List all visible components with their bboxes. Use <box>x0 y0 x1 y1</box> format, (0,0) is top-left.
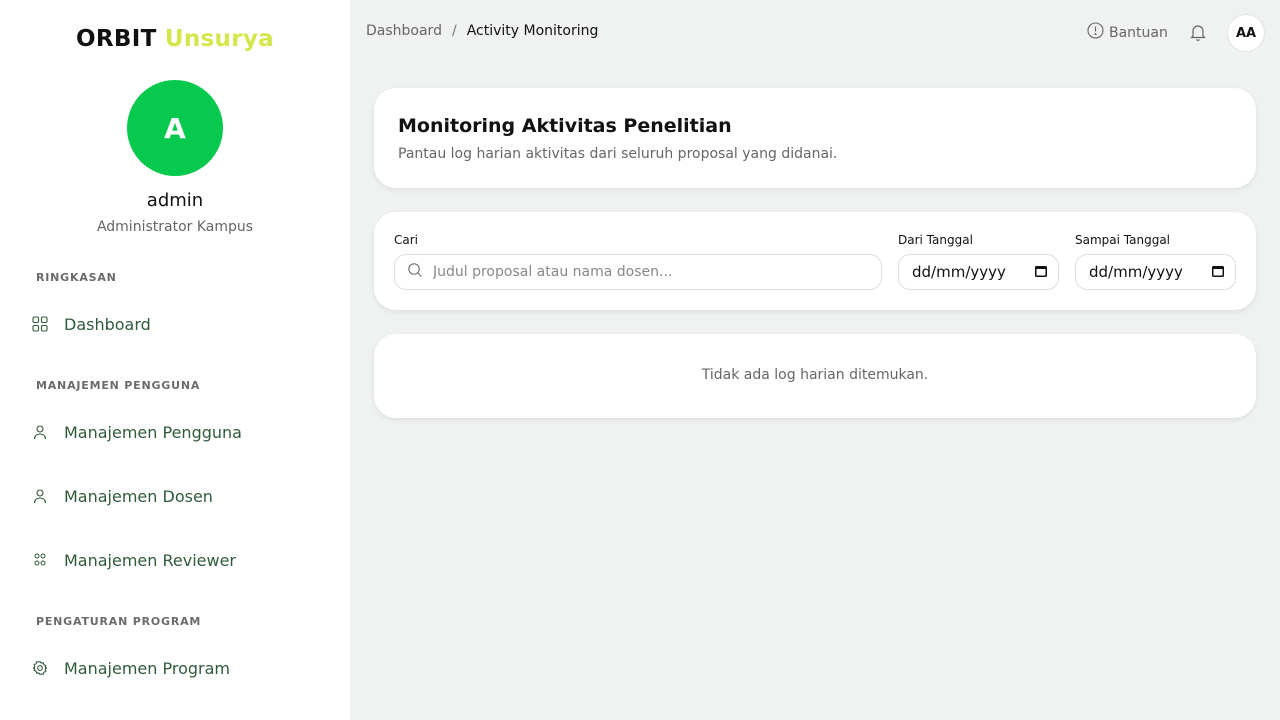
topbar: Dashboard / Activity Monitoring Bantuan … <box>350 0 1280 64</box>
app-root: ORBIT Unsurya A admin Administrator Kamp… <box>0 0 1280 720</box>
sidebar-item-manajemen-dosen[interactable]: Manajemen Dosen <box>30 476 320 516</box>
section-label-ringkasan: RINGKASAN <box>36 271 117 284</box>
sidebar-item-manajemen-reviewer[interactable]: Manajemen Reviewer <box>30 540 320 580</box>
to-date-label: Sampai Tanggal <box>1075 233 1171 247</box>
gear-icon <box>30 658 50 678</box>
log-results-card: Tidak ada log harian ditemukan. <box>374 334 1256 418</box>
empty-state-message: Tidak ada log harian ditemukan. <box>701 367 929 383</box>
main-content: Dashboard / Activity Monitoring Bantuan … <box>350 0 1280 720</box>
from-date-label: Dari Tanggal <box>898 233 973 247</box>
sidebar: ORBIT Unsurya A admin Administrator Kamp… <box>0 0 350 720</box>
grid-icon <box>30 314 50 334</box>
user-icon <box>30 486 50 506</box>
user-name: admin <box>146 190 204 211</box>
search-field[interactable] <box>394 254 882 290</box>
brand-name-accent: Unsurya <box>164 26 274 52</box>
sidebar-item-manajemen-pengguna[interactable]: Manajemen Pengguna <box>30 412 320 452</box>
calendar-icon[interactable] <box>1034 263 1048 282</box>
search-input[interactable] <box>433 264 863 280</box>
user-avatar: A <box>127 80 223 176</box>
help-label: Bantuan <box>1109 24 1168 41</box>
sidebar-item-label: Manajemen Pengguna <box>64 422 242 442</box>
section-label-manajemen-pengguna: MANAJEMEN PENGGUNA <box>36 379 201 392</box>
from-date-value: dd/mm/yyyy <box>912 263 1006 281</box>
info-circle-icon <box>1087 22 1104 43</box>
filter-card: Cari Dari Tanggal dd/mm/yyyy <box>374 212 1256 310</box>
page-title: Monitoring Aktivitas Penelitian <box>398 115 732 137</box>
to-date-input[interactable]: dd/mm/yyyy <box>1075 254 1236 290</box>
from-date-input[interactable]: dd/mm/yyyy <box>898 254 1059 290</box>
sidebar-item-label: Manajemen Dosen <box>64 486 213 506</box>
sidebar-item-label: Manajemen Program <box>64 658 231 678</box>
sidebar-item-dashboard[interactable]: Dashboard <box>30 304 320 344</box>
search-label: Cari <box>394 233 418 247</box>
sidebar-item-label: Manajemen Reviewer <box>64 550 237 570</box>
breadcrumb-current: Activity Monitoring <box>466 23 599 39</box>
page-subtitle: Pantau log harian aktivitas dari seluruh… <box>398 146 838 162</box>
brand-name-primary: ORBIT <box>76 26 157 52</box>
user-role: Administrator Kampus <box>96 219 254 235</box>
to-date-value: dd/mm/yyyy <box>1089 263 1183 281</box>
user-menu-avatar[interactable]: AA <box>1227 14 1265 52</box>
sidebar-item-manajemen-program[interactable]: Manajemen Program <box>30 648 320 688</box>
help-button[interactable]: Bantuan <box>1087 22 1168 43</box>
section-label-pengaturan-program: PENGATURAN PROGRAM <box>36 615 202 628</box>
calendar-icon[interactable] <box>1211 263 1225 282</box>
breadcrumb-link-dashboard[interactable]: Dashboard <box>366 23 442 39</box>
brand-logo[interactable]: ORBIT Unsurya <box>0 26 350 52</box>
notification-bell-icon[interactable] <box>1188 22 1208 46</box>
breadcrumb: Dashboard / Activity Monitoring <box>366 23 598 39</box>
sidebar-item-label: Dashboard <box>64 314 151 334</box>
search-icon <box>407 262 423 282</box>
breadcrumb-separator: / <box>451 23 457 39</box>
user-icon <box>30 422 50 442</box>
users-group-icon <box>30 550 50 570</box>
page-header-card: Monitoring Aktivitas Penelitian Pantau l… <box>374 88 1256 188</box>
